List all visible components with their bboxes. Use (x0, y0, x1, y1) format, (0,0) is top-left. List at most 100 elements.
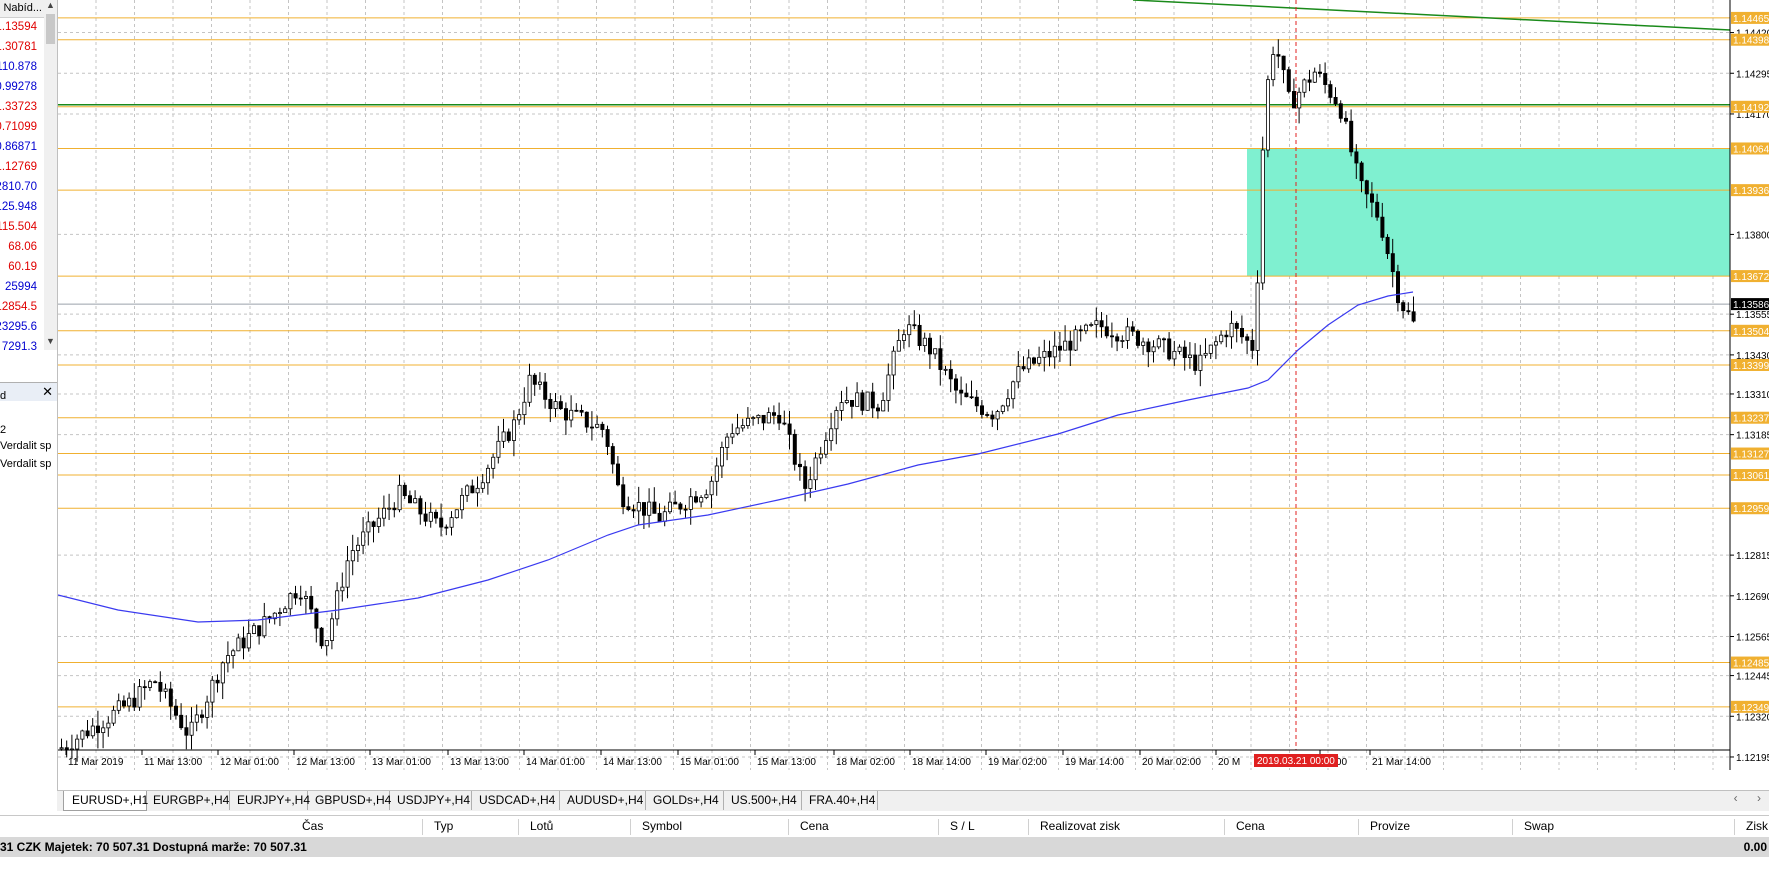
time-axis-label: 18 Mar 14:00 (912, 757, 971, 768)
candle-body (1146, 341, 1151, 353)
scroll-thumb[interactable] (46, 14, 55, 44)
column-header[interactable]: Swap (1524, 819, 1554, 833)
column-divider[interactable] (1512, 819, 1513, 835)
candle-body (902, 334, 907, 341)
candle-body (1151, 346, 1156, 353)
quote-row[interactable]: 0.86871 (0, 137, 37, 157)
chart-canvas[interactable]: 1.144201.142951.141701.138001.135551.134… (58, 0, 1769, 770)
candle-body (1208, 344, 1213, 354)
column-header[interactable]: Provize (1370, 819, 1410, 833)
candle-body (683, 508, 688, 511)
column-divider[interactable] (518, 819, 519, 835)
column-header[interactable]: Zisk (1746, 819, 1768, 833)
quote-row[interactable]: 68.06 (8, 237, 37, 257)
tab-right-icon[interactable]: › (1757, 791, 1761, 805)
column-divider[interactable] (630, 819, 631, 835)
quote-row[interactable]: 1.30781 (0, 37, 37, 57)
tab-eurgbp-h4[interactable]: EURGBP+,H4 (145, 791, 230, 810)
quote-row[interactable]: 60.19 (8, 257, 37, 277)
left-panel: Nabíd... 1.135941.30781110.8780.992781.3… (0, 0, 58, 790)
tab-usdjpy-h4[interactable]: USDJPY+,H4 (389, 791, 472, 810)
candle-body (257, 625, 262, 637)
quote-row[interactable]: 125.948 (0, 197, 37, 217)
candle-body (309, 595, 314, 610)
candle-body (465, 485, 470, 496)
tab-fra-40-h4[interactable]: FRA.40+,H4 (801, 791, 878, 810)
navigator-item[interactable]: d (0, 390, 6, 402)
candle-body (605, 429, 610, 447)
tab-eurusd-h1[interactable]: EURUSD+,H1 (63, 791, 148, 811)
candle-body (355, 544, 360, 551)
price-chart[interactable]: 1.144201.142951.141701.138001.135551.134… (58, 0, 1769, 770)
market-watch-header[interactable]: Nabíd... (0, 0, 44, 18)
tab-left-icon[interactable]: ‹ (1734, 791, 1738, 805)
candle-body (990, 414, 995, 420)
column-divider[interactable] (1224, 819, 1225, 835)
column-divider[interactable] (1028, 819, 1029, 835)
column-header[interactable]: Realizovat zisk (1040, 819, 1120, 833)
quote-row[interactable]: 110.878 (0, 57, 37, 77)
candle-body (1141, 341, 1146, 346)
quote-row[interactable]: 115.504 (0, 217, 37, 237)
tab-usdcad-h4[interactable]: USDCAD+,H4 (471, 791, 560, 810)
candle-body (751, 417, 756, 420)
quote-row[interactable]: 1.12769 (0, 157, 37, 177)
tab-eurjpy-h4[interactable]: EURJPY+,H4 (229, 791, 310, 810)
scroll-up-icon[interactable]: ▲ (46, 0, 55, 10)
level-price-label: 1.13061 (1733, 471, 1769, 482)
close-icon[interactable]: ✕ (42, 384, 53, 400)
demand-zone-rect (1247, 148, 1730, 277)
quote-row[interactable]: 1.13594 (0, 17, 37, 37)
column-header[interactable]: Cena (1236, 819, 1265, 833)
candle-body (1198, 354, 1203, 371)
quote-row[interactable]: 25994 (5, 277, 37, 297)
navigator-item[interactable]: Verdalit sp (0, 440, 51, 452)
candle-body (1333, 96, 1338, 105)
market-watch-scrollbar[interactable]: ▲ ▼ (44, 0, 57, 350)
candle-body (720, 447, 725, 467)
column-divider[interactable] (788, 819, 789, 835)
trend-line (1132, 0, 1731, 31)
column-header[interactable]: Lotů (530, 819, 553, 833)
candle-body (1338, 103, 1343, 119)
candle-body (1364, 180, 1369, 195)
candle-body (303, 595, 308, 599)
column-divider[interactable] (1358, 819, 1359, 835)
candle-body (912, 324, 917, 327)
quote-row[interactable]: 2810.70 (0, 177, 37, 197)
candle-body (205, 701, 210, 718)
candle-body (652, 501, 657, 514)
tab-audusd-h4[interactable]: AUDUSD+,H4 (559, 791, 646, 810)
quote-row[interactable]: 7291.3 (2, 337, 37, 357)
tab-golds-h4[interactable]: GOLDs+,H4 (645, 791, 724, 810)
candle-body (491, 456, 496, 469)
column-header[interactable]: Typ (434, 819, 453, 833)
column-divider[interactable] (1734, 819, 1735, 835)
time-axis-label: 12 Mar 13:00 (296, 757, 355, 768)
navigator-item[interactable]: Verdalit sp (0, 458, 51, 470)
quote-row[interactable]: 0.71099 (0, 117, 37, 137)
candle-body (1401, 302, 1406, 312)
navigator-item[interactable]: 2 (0, 424, 6, 436)
candle-body (163, 688, 168, 692)
scroll-down-icon[interactable]: ▼ (46, 336, 55, 346)
column-header[interactable]: Cena (800, 819, 829, 833)
time-axis-label: 11 Mar 13:00 (144, 757, 203, 768)
tab-gbpusd-h4[interactable]: GBPUSD+,H4 (307, 791, 391, 810)
column-divider[interactable] (938, 819, 939, 835)
quote-row[interactable]: 23295.6 (0, 317, 37, 337)
tab-us-500-h4[interactable]: US.500+,H4 (723, 791, 802, 810)
candle-body (168, 688, 173, 707)
column-header[interactable]: Symbol (642, 819, 682, 833)
quote-row[interactable]: 0.99278 (0, 77, 37, 97)
column-header[interactable]: S / L (950, 819, 975, 833)
candle-body (621, 484, 626, 508)
quote-row[interactable]: 1.33723 (0, 97, 37, 117)
bid-column-header[interactable]: Nabíd... (3, 2, 42, 14)
column-divider[interactable] (422, 819, 423, 835)
quote-row[interactable]: 12854.5 (0, 297, 37, 317)
candle-body (449, 517, 454, 528)
candle-body (933, 348, 938, 355)
column-header[interactable]: Čas (302, 819, 323, 833)
candle-body (459, 494, 464, 511)
